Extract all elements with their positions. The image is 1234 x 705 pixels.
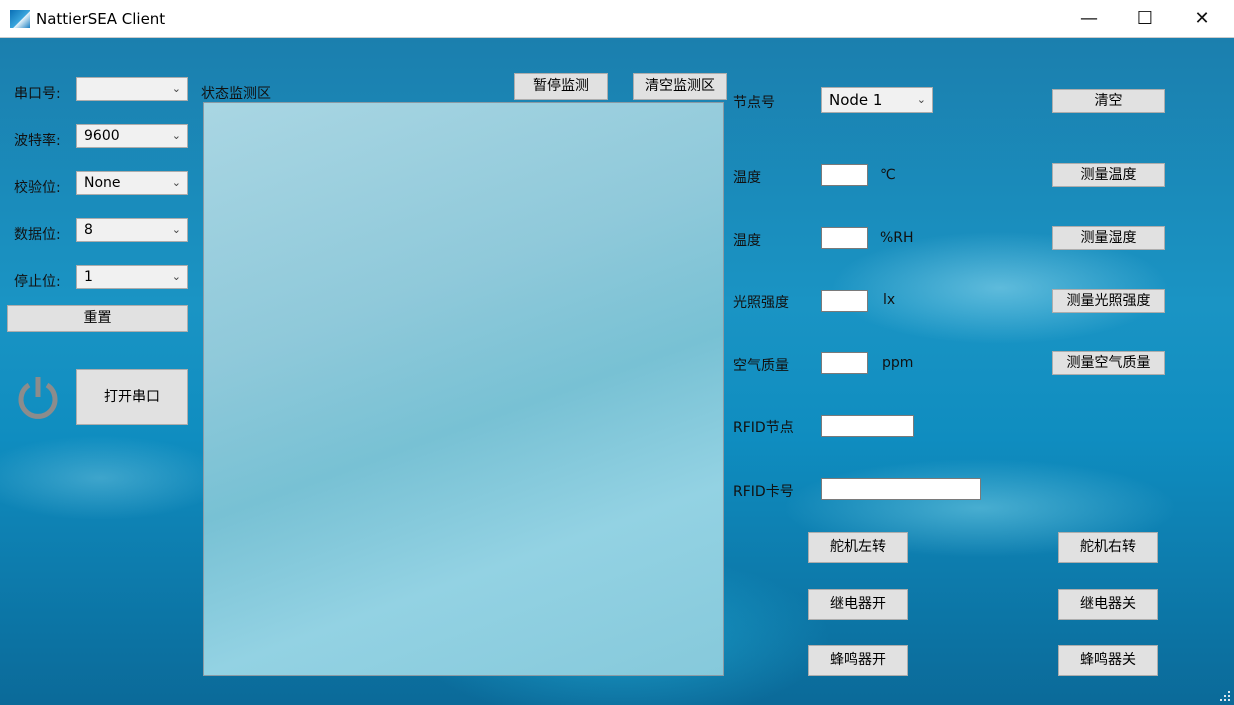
chevron-down-icon: ⌄	[916, 93, 926, 106]
air-quality-unit: ppm	[882, 355, 914, 371]
monitor-textarea[interactable]	[203, 102, 724, 676]
chevron-down-icon: ⌄	[171, 223, 181, 236]
parity-label: 校验位:	[14, 180, 61, 196]
measure-air-quality-button[interactable]: 测量空气质量	[1052, 351, 1165, 375]
baud-value: 9600	[84, 128, 120, 144]
clear-monitor-button[interactable]: 清空监测区	[633, 73, 727, 100]
temperature-field[interactable]	[821, 164, 868, 186]
light-field[interactable]	[821, 290, 868, 312]
rfid-card-label: RFID卡号	[733, 484, 794, 500]
pause-monitor-button[interactable]: 暂停监测	[514, 73, 608, 100]
stopbits-select[interactable]: 1 ⌄	[76, 265, 188, 289]
parity-select[interactable]: None ⌄	[76, 171, 188, 195]
sensor-label-humidity: 温度	[733, 233, 761, 249]
humidity-field[interactable]	[821, 227, 868, 249]
measure-humidity-button[interactable]: 测量湿度	[1052, 226, 1165, 250]
open-port-button[interactable]: 打开串口	[76, 369, 188, 425]
rfid-card-field[interactable]	[821, 478, 981, 500]
minimize-button[interactable]: —	[1060, 0, 1118, 38]
window-title: NattierSEA Client	[36, 10, 166, 28]
stopbits-value: 1	[84, 269, 93, 285]
temperature-unit: ℃	[880, 167, 896, 183]
port-label: 串口号:	[14, 86, 61, 102]
close-button[interactable]: ✕	[1173, 0, 1231, 38]
resize-grip-icon[interactable]	[1219, 690, 1231, 702]
chevron-down-icon: ⌄	[171, 270, 181, 283]
baud-select[interactable]: 9600 ⌄	[76, 124, 188, 148]
chevron-down-icon: ⌄	[171, 82, 181, 95]
reset-button[interactable]: 重置	[7, 305, 188, 332]
monitor-label: 状态监测区	[201, 86, 271, 102]
light-unit: lx	[883, 292, 896, 308]
stopbits-label: 停止位:	[14, 274, 61, 290]
node-label: 节点号	[733, 95, 775, 111]
clear-node-button[interactable]: 清空	[1052, 89, 1165, 113]
databits-value: 8	[84, 222, 93, 238]
sensor-label-light: 光照强度	[733, 295, 789, 311]
sensor-label-air: 空气质量	[733, 358, 789, 374]
buzzer-on-button[interactable]: 蜂鸣器开	[808, 645, 908, 676]
servo-right-button[interactable]: 舵机右转	[1058, 532, 1158, 563]
servo-left-button[interactable]: 舵机左转	[808, 532, 908, 563]
baud-label: 波特率:	[14, 133, 61, 149]
node-value: Node 1	[829, 91, 883, 109]
sensor-label-temperature: 温度	[733, 170, 761, 186]
relay-on-button[interactable]: 继电器开	[808, 589, 908, 620]
databits-select[interactable]: 8 ⌄	[76, 218, 188, 242]
relay-off-button[interactable]: 继电器关	[1058, 589, 1158, 620]
rfid-node-label: RFID节点	[733, 420, 794, 436]
measure-temperature-button[interactable]: 测量温度	[1052, 163, 1165, 187]
maximize-button[interactable]: ☐	[1116, 0, 1174, 38]
node-select[interactable]: Node 1 ⌄	[821, 87, 933, 113]
databits-label: 数据位:	[14, 227, 61, 243]
rfid-node-field[interactable]	[821, 415, 914, 437]
humidity-unit: %RH	[880, 230, 914, 246]
chevron-down-icon: ⌄	[171, 176, 181, 189]
parity-value: None	[84, 175, 121, 191]
air-quality-field[interactable]	[821, 352, 868, 374]
port-select[interactable]: ⌄	[76, 77, 188, 101]
chevron-down-icon: ⌄	[171, 129, 181, 142]
measure-light-button[interactable]: 测量光照强度	[1052, 289, 1165, 313]
power-icon[interactable]	[14, 373, 62, 421]
app-icon	[10, 10, 30, 28]
buzzer-off-button[interactable]: 蜂鸣器关	[1058, 645, 1158, 676]
title-bar: NattierSEA Client — ☐ ✕	[0, 0, 1234, 38]
